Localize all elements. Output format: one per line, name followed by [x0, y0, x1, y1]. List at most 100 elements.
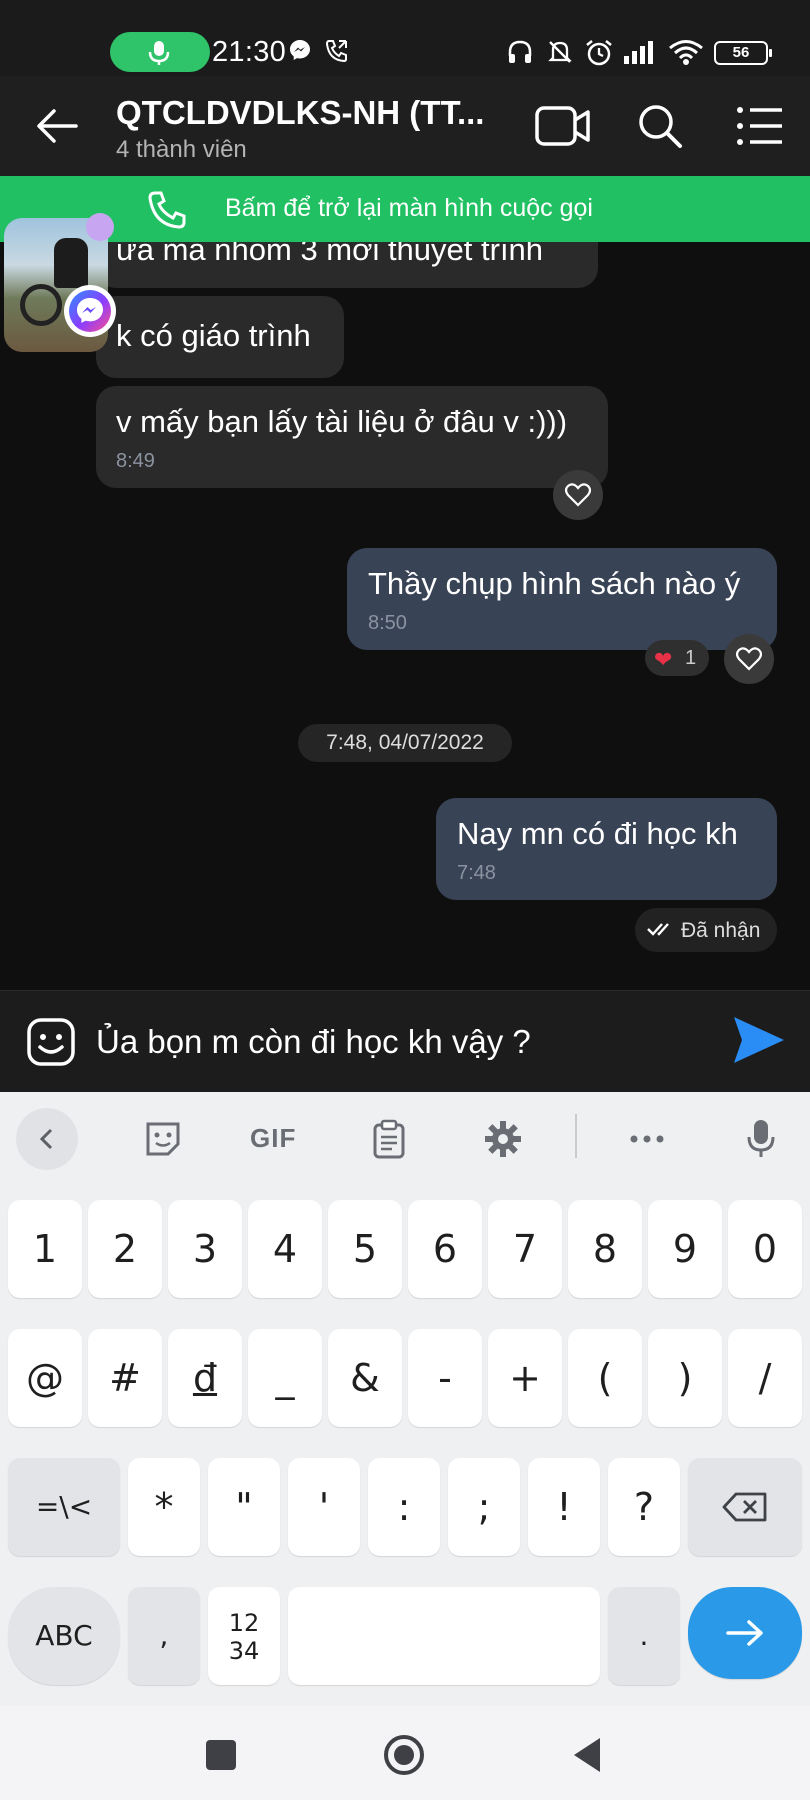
video-call-icon[interactable]	[534, 100, 592, 152]
key-more-symbols[interactable]: =\<	[8, 1458, 120, 1556]
group-name[interactable]: QTCLDVDLKS-NH (TT...	[116, 94, 484, 132]
message-bubble-incoming[interactable]: ừa mà nhóm 3 mới thuyết trình	[96, 242, 598, 288]
spacebar[interactable]	[288, 1587, 600, 1685]
call-icon	[325, 40, 347, 63]
key-d-stroke[interactable]: đ	[168, 1329, 242, 1427]
key-5[interactable]: 5	[328, 1200, 402, 1298]
message-bubble-outgoing[interactable]: Nay mn có đi học kh 7:48	[436, 798, 777, 900]
member-count[interactable]: 4 thành viên	[116, 136, 247, 164]
menu-icon[interactable]	[732, 100, 790, 152]
key-at[interactable]: @	[8, 1329, 82, 1427]
key-9[interactable]: 9	[648, 1200, 722, 1298]
message-text: ừa mà nhóm 3 mới thuyết trình	[116, 242, 544, 267]
more-icon	[630, 1135, 664, 1143]
back-icon[interactable]	[566, 1732, 612, 1778]
heart-outline-icon	[736, 647, 762, 671]
key-hash[interactable]: #	[88, 1329, 162, 1427]
delivery-status-label: Đã nhận	[681, 919, 761, 942]
key-asterisk[interactable]: *	[128, 1458, 200, 1556]
key-numpad-top: 12	[228, 1609, 260, 1637]
key-semicolon[interactable]: ;	[448, 1458, 520, 1556]
sticker-emoji-icon[interactable]	[26, 1017, 76, 1067]
key-minus[interactable]: -	[408, 1329, 482, 1427]
key-underscore[interactable]: _	[248, 1329, 322, 1427]
chevron-left-icon	[39, 1128, 53, 1150]
clipboard-icon	[373, 1119, 405, 1159]
voice-input-button[interactable]	[730, 1108, 792, 1170]
home-icon[interactable]	[381, 1732, 427, 1778]
message-time: 8:50	[368, 612, 407, 634]
key-close-paren[interactable]: )	[648, 1329, 722, 1427]
online-indicator	[86, 213, 114, 241]
search-icon[interactable]	[632, 100, 690, 152]
delivery-status: Đã nhận	[635, 908, 777, 952]
double-check-icon	[647, 923, 669, 936]
key-double-quote[interactable]: "	[208, 1458, 280, 1556]
key-7[interactable]: 7	[488, 1200, 562, 1298]
message-time: 8:49	[116, 450, 155, 472]
key-2[interactable]: 2	[88, 1200, 162, 1298]
status-bar: 21:30 56	[0, 0, 810, 76]
key-8[interactable]: 8	[568, 1200, 642, 1298]
key-0[interactable]: 0	[728, 1200, 802, 1298]
clock: 21:30	[212, 36, 287, 68]
wifi-icon	[669, 40, 703, 65]
chat-header: QTCLDVDLKS-NH (TT... 4 thành viên	[0, 76, 810, 176]
key-plus[interactable]: +	[488, 1329, 562, 1427]
message-list[interactable]: ừa mà nhóm 3 mới thuyết trình k có giáo …	[0, 242, 810, 990]
clipboard-button[interactable]	[358, 1108, 420, 1170]
key-open-paren[interactable]: (	[568, 1329, 642, 1427]
message-bubble-outgoing[interactable]: Thầy chụp hình sách nào ý 8:50	[347, 548, 777, 650]
message-text: k có giáo trình	[116, 318, 311, 353]
message-bubble-incoming[interactable]: k có giáo trình	[96, 296, 344, 378]
backspace-icon	[722, 1492, 767, 1522]
more-button[interactable]	[616, 1108, 678, 1170]
key-abc[interactable]: ABC	[8, 1587, 120, 1685]
key-slash[interactable]: /	[728, 1329, 802, 1427]
key-single-quote[interactable]: '	[288, 1458, 360, 1556]
key-period[interactable]: .	[608, 1587, 680, 1685]
react-button[interactable]	[724, 634, 774, 684]
date-separator: 7:48, 04/07/2022	[298, 724, 512, 762]
gif-button[interactable]: GIF	[250, 1123, 296, 1154]
sticker-icon	[146, 1122, 180, 1156]
messenger-icon	[290, 40, 310, 60]
message-text: Thầy chụp hình sách nào ý	[368, 566, 741, 601]
key-1[interactable]: 1	[8, 1200, 82, 1298]
message-time: 7:48	[457, 862, 496, 884]
active-mic-indicator[interactable]	[110, 32, 210, 72]
react-button[interactable]	[553, 470, 603, 520]
key-colon[interactable]: :	[368, 1458, 440, 1556]
reaction-badge[interactable]: ❤ 1	[645, 640, 709, 676]
mic-icon	[747, 1120, 775, 1157]
send-icon[interactable]	[730, 1011, 788, 1069]
key-numpad-bottom: 34	[228, 1637, 260, 1665]
key-4[interactable]: 4	[248, 1200, 322, 1298]
key-comma[interactable]: ,	[128, 1587, 200, 1685]
sticker-button[interactable]	[132, 1108, 194, 1170]
return-to-call-label: Bấm để trở lại màn hình cuộc gọi	[225, 194, 593, 222]
key-6[interactable]: 6	[408, 1200, 482, 1298]
message-bubble-incoming[interactable]: v mấy bạn lấy tài liệu ở đâu v :))) 8:49	[96, 386, 608, 488]
key-question[interactable]: ?	[608, 1458, 680, 1556]
heart-icon: ❤	[654, 647, 673, 672]
message-input[interactable]	[96, 1019, 696, 1065]
avatar	[20, 284, 62, 326]
key-ampersand[interactable]: &	[328, 1329, 402, 1427]
enter-key[interactable]	[688, 1587, 802, 1679]
return-to-call-banner[interactable]: Bấm để trở lại màn hình cuộc gọi	[0, 176, 810, 242]
heart-outline-icon	[565, 483, 591, 507]
backspace-key[interactable]	[688, 1458, 802, 1556]
back-arrow-icon[interactable]	[34, 106, 80, 146]
arrow-right-icon	[726, 1620, 763, 1646]
messenger-badge	[64, 285, 116, 337]
gear-icon	[485, 1121, 521, 1157]
key-3[interactable]: 3	[168, 1200, 242, 1298]
key-exclamation[interactable]: !	[528, 1458, 600, 1556]
collapse-toolbar-button[interactable]	[16, 1108, 78, 1170]
key-numpad-toggle[interactable]: 12 34	[208, 1587, 280, 1685]
recents-icon[interactable]	[198, 1732, 244, 1778]
settings-button[interactable]	[472, 1108, 534, 1170]
system-nav-bar	[0, 1706, 810, 1800]
messenger-icon	[77, 298, 103, 323]
